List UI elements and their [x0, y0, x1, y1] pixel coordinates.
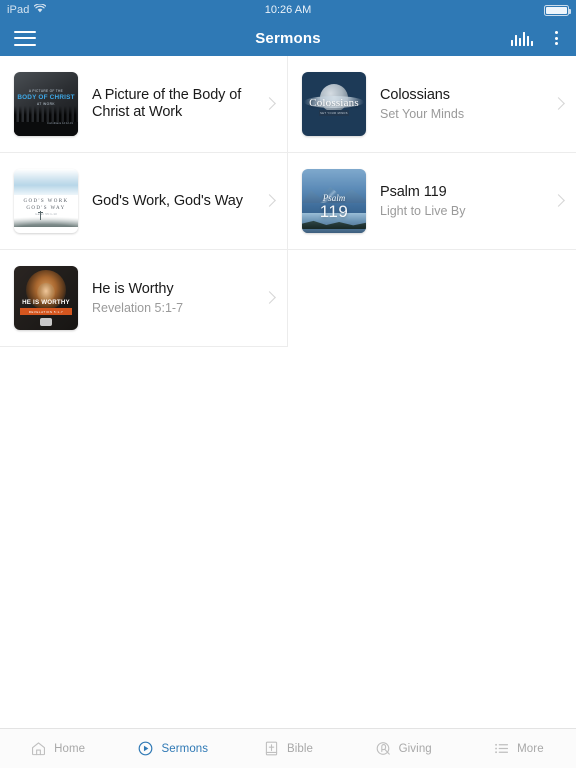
list-item[interactable]: Psalm 119 Psalm 119 Light to Live By — [288, 153, 576, 250]
list-item-title: A Picture of the Body of Christ at Work — [92, 87, 242, 120]
list-item-subtitle: Light to Live By — [380, 203, 466, 218]
tab-bible[interactable]: Bible — [230, 729, 345, 768]
carrier-label: iPad — [7, 4, 30, 16]
list-item-text: Psalm 119 Light to Live By — [366, 184, 552, 219]
play-circle-icon — [137, 740, 154, 757]
giving-hand-icon — [375, 740, 392, 757]
app-root: iPad 10:26 AM Sermons A PICTURE OF THE B… — [0, 0, 576, 768]
gods-work-gods-way-artwork: GOD'S WORK GOD'S WAY Isaiah 55:1-13 — [14, 169, 78, 233]
list-item[interactable]: HE IS WORTHY REVELATION 5:1-7 He is Wort… — [0, 250, 287, 347]
status-bar-right — [544, 4, 571, 16]
home-icon — [30, 740, 47, 757]
bible-book-icon — [263, 740, 280, 757]
artwork-credit: Corinthians 12:12-31 — [47, 121, 73, 125]
list-item-title: He is Worthy — [92, 280, 174, 297]
artwork-line-1: Colossians — [309, 97, 359, 109]
chevron-right-icon[interactable] — [263, 291, 277, 305]
chevron-right-icon[interactable] — [263, 97, 277, 111]
list-item[interactable]: A PICTURE OF THE BODY OF CHRIST AT WORK … — [0, 56, 287, 153]
artwork-line-1: GOD'S WORK — [23, 199, 69, 204]
tab-home[interactable]: Home — [0, 729, 115, 768]
list-item[interactable]: Colossians SET YOUR MINDS Colossians Set… — [288, 56, 576, 153]
tab-more[interactable]: More — [461, 729, 576, 768]
wifi-icon — [34, 3, 47, 16]
artwork-logo — [40, 318, 52, 326]
sermons-grid: A PICTURE OF THE BODY OF CHRIST AT WORK … — [0, 56, 576, 347]
artwork-banner: REVELATION 5:1-7 — [20, 308, 72, 315]
list-item-text: God's Work, God's Way — [78, 193, 263, 210]
sermons-column-left: A PICTURE OF THE BODY OF CHRIST AT WORK … — [0, 56, 288, 347]
artwork-line-2: 119 — [319, 202, 349, 221]
artwork-line-2: BODY OF CHRIST — [17, 94, 75, 101]
list-item-subtitle: Set Your Minds — [380, 106, 465, 121]
list-item-text: A Picture of the Body of Christ at Work — [78, 87, 263, 121]
list-item-subtitle: Revelation 5:1-7 — [92, 300, 184, 315]
chevron-right-icon[interactable] — [552, 97, 566, 111]
list-more-icon — [493, 740, 510, 757]
artwork-line-2: SET YOUR MINDS — [320, 111, 348, 115]
he-is-worthy-artwork: HE IS WORTHY REVELATION 5:1-7 — [14, 266, 78, 330]
tab-label: Giving — [398, 742, 432, 755]
list-item-title: Psalm 119 — [380, 183, 447, 200]
battery-icon — [544, 4, 571, 16]
status-bar-left: iPad — [7, 3, 47, 16]
colossians-artwork: Colossians SET YOUR MINDS — [302, 72, 366, 136]
psalm-119-artwork: Psalm 119 — [302, 169, 366, 233]
artwork-line-2: GOD'S WAY — [26, 206, 66, 211]
artwork-sky — [14, 169, 78, 195]
navigation-bar-actions — [511, 29, 562, 47]
tab-sermons[interactable]: Sermons — [115, 729, 230, 768]
artwork-landscape — [14, 213, 78, 227]
artwork-line-2: REVELATION 5:1-7 — [28, 309, 64, 314]
list-item-text: Colossians Set Your Minds — [366, 87, 552, 122]
artwork-banner: SET YOUR MINDS — [319, 110, 349, 116]
hamburger-menu-icon[interactable] — [14, 30, 36, 46]
equalizer-icon[interactable] — [511, 31, 533, 46]
tab-giving[interactable]: Giving — [346, 729, 461, 768]
tab-label: Home — [54, 742, 86, 755]
list-item-title: God's Work, God's Way — [92, 192, 243, 209]
artwork-line-1: HE IS WORTHY — [22, 299, 70, 306]
list-item-text: He is Worthy Revelation 5:1-7 — [78, 281, 263, 316]
body-of-christ-artwork: A PICTURE OF THE BODY OF CHRIST AT WORK … — [14, 72, 78, 136]
tab-label: Sermons — [161, 742, 209, 755]
sermons-column-right: Colossians SET YOUR MINDS Colossians Set… — [288, 56, 576, 347]
sermons-list: A PICTURE OF THE BODY OF CHRIST AT WORK … — [0, 56, 576, 728]
bottom-tab-bar: Home Sermons Bible Giving More — [0, 728, 576, 768]
tab-label: More — [517, 742, 544, 755]
tab-label: Bible — [286, 742, 314, 755]
status-bar-clock: 10:26 AM — [264, 4, 312, 16]
chevron-right-icon[interactable] — [552, 194, 566, 208]
navigation-bar: Sermons — [0, 20, 576, 56]
artwork-pole — [38, 211, 43, 220]
status-bar: iPad 10:26 AM — [0, 0, 576, 20]
artwork-line-1: A PICTURE OF THE — [28, 89, 64, 93]
chevron-right-icon[interactable] — [263, 194, 277, 208]
list-item[interactable]: GOD'S WORK GOD'S WAY Isaiah 55:1-13 God'… — [0, 153, 287, 250]
page-title: Sermons — [255, 29, 321, 47]
list-item-title: Colossians — [380, 86, 450, 103]
kebab-menu-icon[interactable] — [551, 29, 562, 47]
